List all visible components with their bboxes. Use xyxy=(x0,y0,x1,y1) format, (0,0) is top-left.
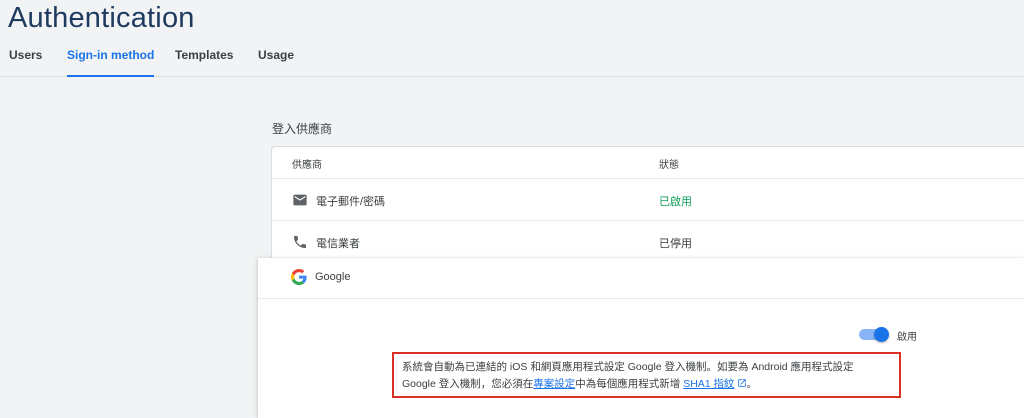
table-header: 供應商 狀態 xyxy=(272,147,1024,179)
mail-icon xyxy=(293,194,307,206)
enable-toggle-label: 啟用 xyxy=(897,332,917,343)
section-title: 登入供應商 xyxy=(272,122,333,136)
provider-name: 電信業者 xyxy=(316,238,360,250)
enable-toggle[interactable] xyxy=(859,327,889,342)
column-header-provider: 供應商 xyxy=(292,160,322,171)
column-header-status: 狀態 xyxy=(659,160,679,171)
notice-line-1: 系統會自動為已連結的 iOS 和網頁應用程式設定 Google 登入機制。如要為… xyxy=(402,361,854,373)
android-setup-notice: 系統會自動為已連結的 iOS 和網頁應用程式設定 Google 登入機制。如要為… xyxy=(392,352,901,398)
provider-name: 電子郵件/密碼 xyxy=(316,196,386,208)
notice-line-2: Google 登入機制，您必須在專案設定中為每個應用程式新增 SHA1 指紋。 xyxy=(402,376,899,393)
sha1-link-text: SHA1 指紋 xyxy=(683,378,735,390)
provider-status: 已停用 xyxy=(659,238,692,250)
tab-users[interactable]: Users xyxy=(9,48,42,76)
header: Authentication Users Sign-in method Temp… xyxy=(0,0,1024,77)
providers-table: 供應商 狀態 電子郵件/密碼 已啟用 電信業者 已停用 xyxy=(271,146,1024,268)
external-link-icon xyxy=(737,379,746,387)
page-title: Authentication xyxy=(8,2,195,34)
tab-sign-in-method[interactable]: Sign-in method xyxy=(67,48,155,77)
toggle-knob xyxy=(874,327,889,342)
tab-templates[interactable]: Templates xyxy=(175,48,233,76)
tab-usage[interactable]: Usage xyxy=(258,48,294,76)
google-provider-name: Google xyxy=(315,271,351,283)
notice-text: 。 xyxy=(746,378,758,390)
provider-status: 已啟用 xyxy=(659,196,692,208)
google-icon xyxy=(291,269,307,285)
google-panel-header[interactable]: Google xyxy=(258,258,1024,299)
project-settings-link[interactable]: 專案設定 xyxy=(533,378,575,390)
provider-row-email[interactable]: 電子郵件/密碼 已啟用 xyxy=(272,179,1024,221)
notice-text: 中為每個應用程式新增 xyxy=(575,378,684,390)
google-provider-panel: Google 啟用 系統會自動為已連結的 iOS 和網頁應用程式設定 Googl… xyxy=(258,258,1024,418)
notice-text: Google 登入機制，您必須在 xyxy=(402,378,534,390)
provider-row-phone[interactable]: 電信業者 已停用 xyxy=(272,221,1024,263)
phone-icon xyxy=(294,236,306,248)
sha1-fingerprint-link[interactable]: SHA1 指紋 xyxy=(683,378,746,390)
